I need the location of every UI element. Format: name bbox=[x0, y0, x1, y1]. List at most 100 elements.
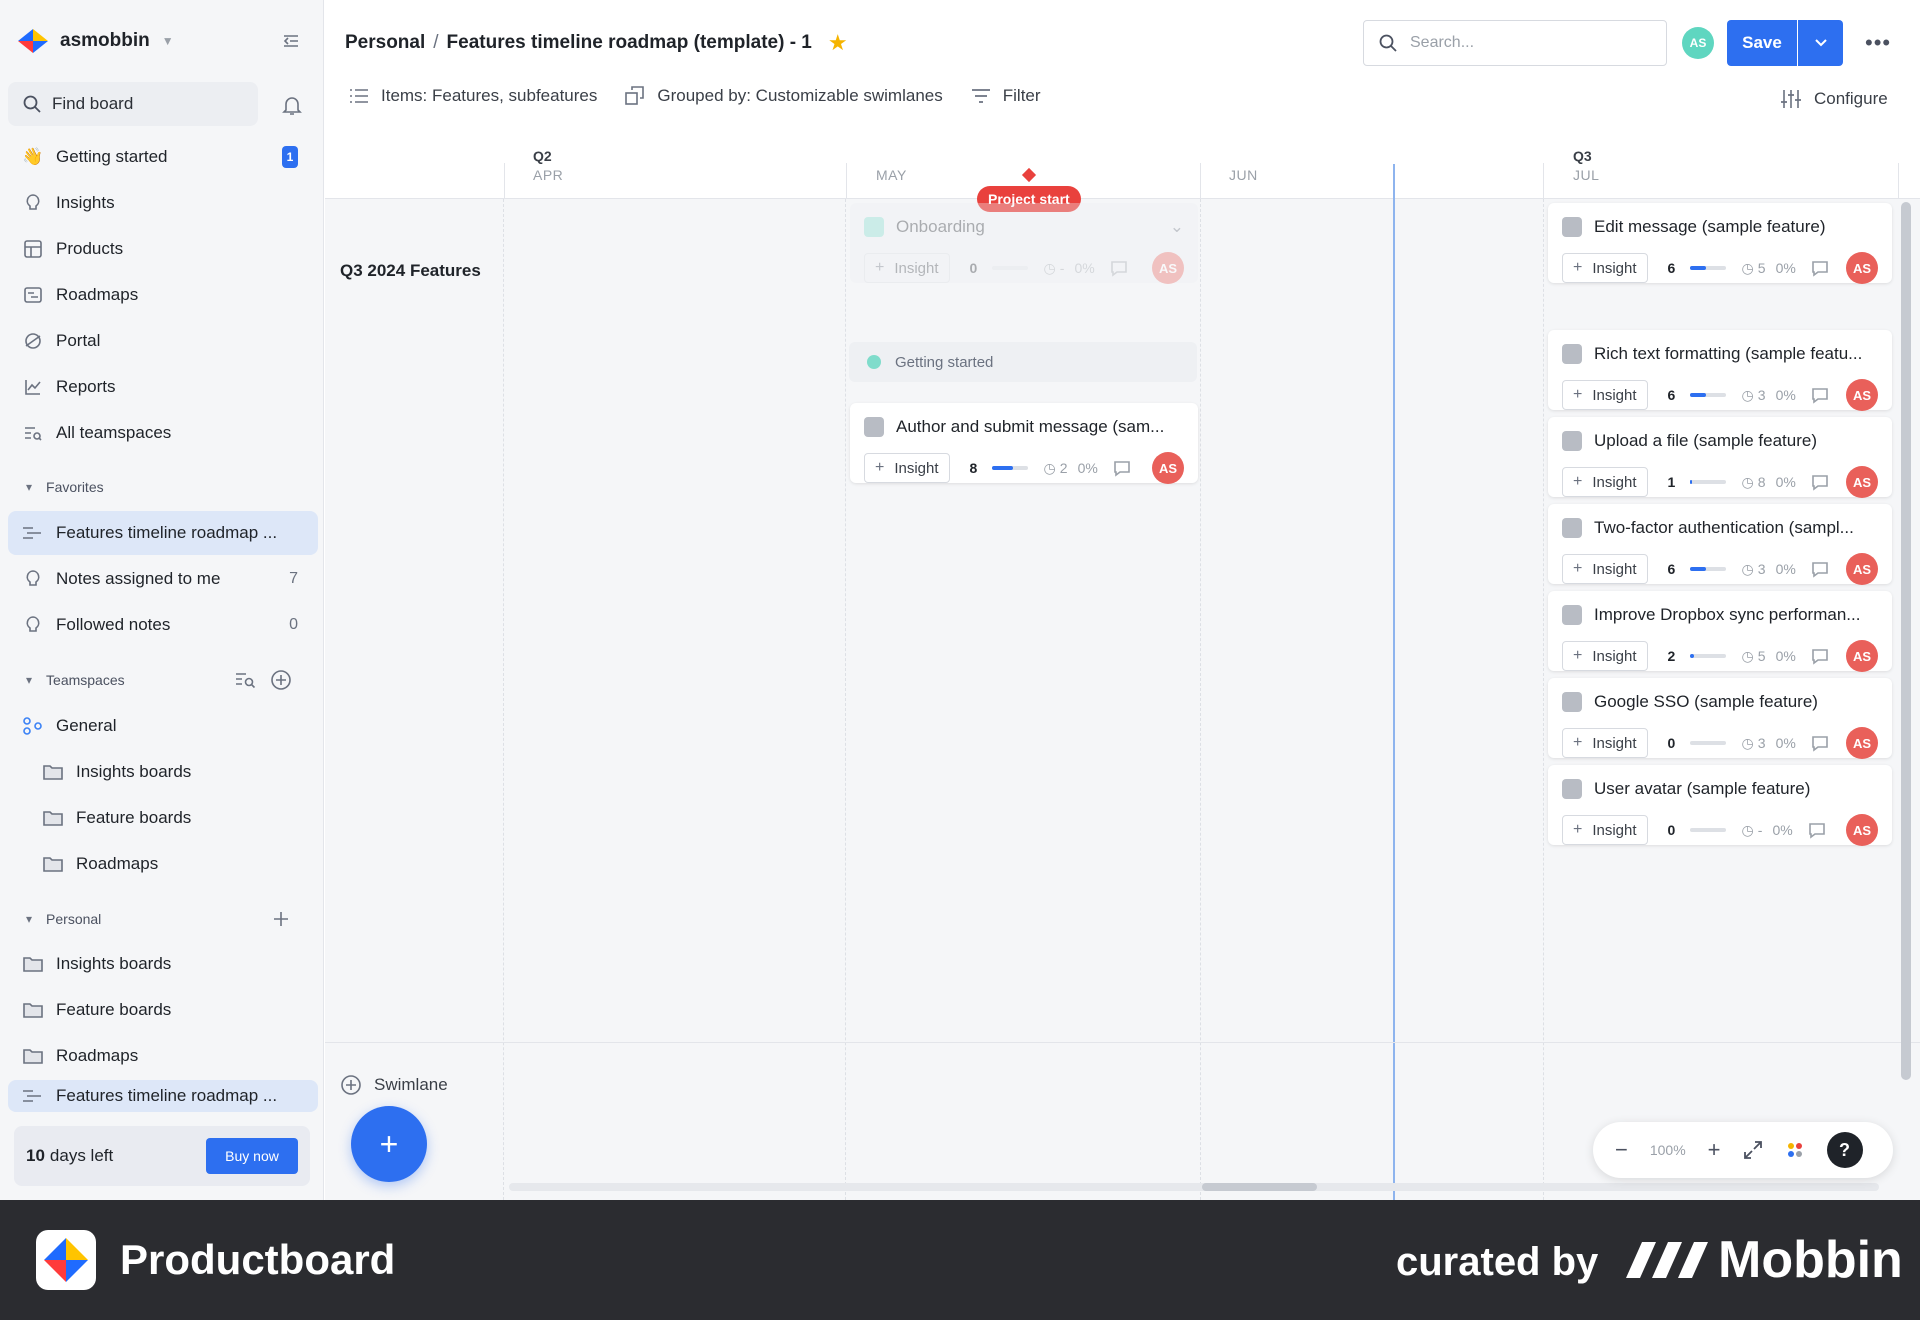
comment-icon[interactable] bbox=[1810, 559, 1830, 579]
assignee-avatar[interactable]: AS bbox=[1846, 553, 1878, 585]
comment-icon[interactable] bbox=[1810, 646, 1830, 666]
favorites-header[interactable]: ▾ Favorites bbox=[26, 476, 104, 498]
comment-icon[interactable] bbox=[1112, 458, 1132, 478]
personal-header[interactable]: ▾ Personal bbox=[26, 908, 101, 930]
add-insight-button[interactable]: + Insight bbox=[864, 253, 950, 283]
add-insight-button[interactable]: + Insight bbox=[1562, 641, 1648, 671]
chevron-down-icon[interactable]: ⌄ bbox=[1170, 217, 1184, 237]
status-checkbox[interactable] bbox=[1562, 217, 1582, 237]
sidebar-item-personal-roadmap-board[interactable]: Features timeline roadmap ... bbox=[8, 1080, 318, 1112]
feature-card[interactable]: Two-factor authentication (sampl... + Insi… bbox=[1548, 504, 1892, 585]
status-checkbox[interactable] bbox=[864, 417, 884, 437]
status-checkbox[interactable] bbox=[1562, 605, 1582, 625]
add-insight-button[interactable]: + Insight bbox=[1562, 554, 1648, 584]
feature-card-author-submit[interactable]: Author and submit message (sam... + Insig… bbox=[850, 403, 1198, 484]
timeline-board[interactable]: Q2 APR MAY JUN Q3 JUL Project start Q3 2… bbox=[325, 140, 1920, 1200]
status-checkbox[interactable] bbox=[1562, 692, 1582, 712]
sidebar-item-general[interactable]: General bbox=[8, 704, 318, 748]
page-title[interactable]: Features timeline roadmap (template) - 1 bbox=[447, 32, 812, 54]
group-by-selector[interactable]: Grouped by: Customizable swimlanes bbox=[625, 86, 943, 106]
feature-card[interactable]: Google SSO (sample feature) + Insight 0 ◷ 3 0%… bbox=[1548, 678, 1892, 759]
save-button[interactable]: Save bbox=[1727, 20, 1797, 66]
add-swimlane-button[interactable]: Swimlane bbox=[340, 1074, 448, 1096]
star-icon[interactable]: ★ bbox=[828, 30, 848, 56]
collapse-sidebar-icon[interactable] bbox=[280, 30, 302, 52]
feature-card[interactable]: Improve Dropbox sync performan... + Insigh… bbox=[1548, 591, 1892, 672]
subfeature-getting-started[interactable]: Getting started bbox=[849, 342, 1197, 382]
assignee-avatar[interactable]: AS bbox=[1846, 640, 1878, 672]
feature-card[interactable]: User avatar (sample feature) + Insight 0 ◷ -0… bbox=[1548, 765, 1892, 846]
status-checkbox[interactable] bbox=[1562, 518, 1582, 538]
assignee-avatar[interactable]: AS bbox=[1846, 379, 1878, 411]
teamspaces-header[interactable]: ▾ Teamspaces bbox=[26, 669, 125, 691]
sidebar-item-followed-notes[interactable]: Followed notes 0 bbox=[8, 603, 318, 647]
assignee-avatar[interactable]: AS bbox=[1152, 452, 1184, 484]
horizontal-scrollbar[interactable] bbox=[509, 1183, 1879, 1191]
assignee-avatar[interactable]: AS bbox=[1846, 252, 1878, 284]
comment-icon[interactable] bbox=[1807, 820, 1827, 840]
user-avatar[interactable]: AS bbox=[1682, 27, 1714, 59]
plus-icon[interactable] bbox=[271, 909, 291, 929]
comment-icon[interactable] bbox=[1810, 258, 1830, 278]
comment-icon[interactable] bbox=[1109, 258, 1129, 278]
assignee-avatar[interactable]: AS bbox=[1846, 814, 1878, 846]
create-item-button[interactable]: + bbox=[351, 1106, 427, 1182]
sidebar-item-general-features[interactable]: Feature boards bbox=[8, 796, 318, 840]
more-options-icon[interactable]: ••• bbox=[1865, 30, 1891, 56]
add-circle-icon[interactable] bbox=[270, 669, 292, 691]
add-insight-button[interactable]: + Insight bbox=[1562, 467, 1648, 497]
items-selector[interactable]: Items: Features, subfeatures bbox=[349, 86, 597, 106]
add-insight-button[interactable]: + Insight bbox=[1562, 253, 1648, 283]
sidebar-item-personal-insights[interactable]: Insights boards bbox=[8, 942, 318, 986]
breadcrumb-parent[interactable]: Personal bbox=[345, 32, 425, 54]
sidebar-item-roadmaps[interactable]: Roadmaps bbox=[8, 273, 318, 317]
add-insight-button[interactable]: + Insight bbox=[864, 453, 950, 483]
feature-card[interactable]: Rich text formatting (sample featu... + In… bbox=[1548, 330, 1892, 411]
zoom-out-icon[interactable]: − bbox=[1615, 1137, 1628, 1163]
swimlane-label[interactable]: Q3 2024 Features bbox=[340, 261, 481, 281]
zoom-in-icon[interactable]: + bbox=[1708, 1137, 1721, 1163]
sidebar-item-personal-roadmaps[interactable]: Roadmaps bbox=[8, 1034, 318, 1078]
sidebar-item-products[interactable]: Products bbox=[8, 227, 318, 271]
sidebar-item-personal-features[interactable]: Feature boards bbox=[8, 988, 318, 1032]
sidebar-item-general-insights[interactable]: Insights boards bbox=[8, 750, 318, 794]
sidebar-item-insights[interactable]: Insights bbox=[8, 181, 318, 225]
search-teamspaces-icon[interactable] bbox=[235, 670, 257, 690]
bell-icon[interactable] bbox=[280, 93, 304, 117]
comment-icon[interactable] bbox=[1810, 733, 1830, 753]
find-board-button[interactable]: Find board bbox=[8, 82, 258, 126]
assignee-avatar[interactable]: AS bbox=[1846, 727, 1878, 759]
sidebar-item-notes-assigned[interactable]: Notes assigned to me 7 bbox=[8, 557, 318, 601]
sidebar-item-getting-started[interactable]: 👋 Getting started 1 bbox=[8, 135, 318, 179]
feature-card[interactable]: Edit message (sample feature) + Insight 6 ◷ 5… bbox=[1548, 203, 1892, 284]
buy-now-button[interactable]: Buy now bbox=[206, 1138, 298, 1174]
filter-button[interactable]: Filter bbox=[971, 86, 1041, 106]
feature-card-onboarding[interactable]: Onboarding ⌄ + Insight 0 ◷ - 0% AS bbox=[850, 203, 1198, 284]
status-checkbox[interactable] bbox=[1562, 344, 1582, 364]
sidebar-item-all-teamspaces[interactable]: All teamspaces bbox=[8, 411, 318, 455]
sidebar-item-reports[interactable]: Reports bbox=[8, 365, 318, 409]
sidebar-item-general-roadmaps[interactable]: Roadmaps bbox=[8, 842, 318, 886]
assignee-avatar[interactable]: AS bbox=[1152, 252, 1184, 284]
comment-icon[interactable] bbox=[1810, 385, 1830, 405]
assignee-avatar[interactable]: AS bbox=[1846, 466, 1878, 498]
add-insight-button[interactable]: + Insight bbox=[1562, 380, 1648, 410]
status-checkbox[interactable] bbox=[1562, 431, 1582, 451]
configure-button[interactable]: Configure bbox=[1780, 88, 1888, 110]
vertical-scrollbar[interactable] bbox=[1901, 202, 1911, 1080]
sidebar-item-favorite-roadmap[interactable]: Features timeline roadmap ... bbox=[8, 511, 318, 555]
feature-card[interactable]: Upload a file (sample feature) + Insight 1 ◷… bbox=[1548, 417, 1892, 498]
sidebar-item-portal[interactable]: Portal bbox=[8, 319, 318, 363]
add-insight-button[interactable]: + Insight bbox=[1562, 728, 1648, 758]
comment-icon[interactable] bbox=[1810, 472, 1830, 492]
save-dropdown-button[interactable] bbox=[1798, 20, 1843, 66]
workspace-switcher[interactable]: asmobbin ▼ bbox=[18, 26, 174, 56]
color-legend-icon[interactable] bbox=[1785, 1140, 1805, 1160]
add-insight-button[interactable]: + Insight bbox=[1562, 815, 1648, 845]
status-checkbox[interactable] bbox=[864, 217, 884, 237]
expand-icon[interactable] bbox=[1743, 1140, 1763, 1160]
search-input[interactable]: Search... bbox=[1363, 20, 1667, 66]
help-button[interactable]: ? bbox=[1826, 1132, 1863, 1168]
scrollbar-thumb[interactable] bbox=[1202, 1183, 1317, 1191]
status-checkbox[interactable] bbox=[1562, 779, 1582, 799]
